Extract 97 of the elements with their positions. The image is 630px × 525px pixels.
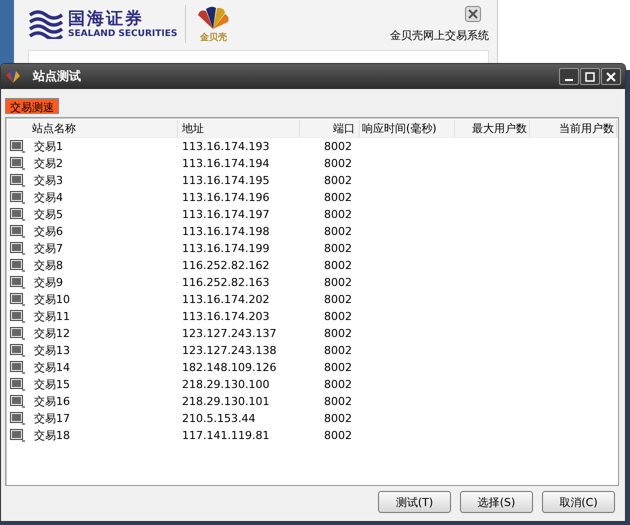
table-cell: 113.16.174.203	[182, 310, 270, 323]
table-cell: 113.16.174.197	[182, 208, 270, 221]
table-cell: 交易15	[34, 377, 70, 392]
table-cell: 8002	[324, 259, 352, 272]
table-cell: 210.5.153.44	[182, 412, 256, 425]
monitor-icon	[10, 224, 26, 238]
close-button[interactable]	[601, 68, 621, 85]
waves-logo-icon	[28, 9, 64, 39]
close-icon	[468, 8, 478, 18]
table-cell: 8002	[324, 327, 352, 340]
table-cell: 8002	[324, 412, 352, 425]
table-cell: 交易10	[34, 292, 70, 307]
table-cell: 交易11	[34, 309, 70, 324]
table-cell: 交易5	[34, 207, 63, 222]
table-cell: 113.16.174.199	[182, 242, 270, 255]
table-cell: 8002	[324, 429, 352, 442]
table-cell: 8002	[324, 276, 352, 289]
maximize-icon	[585, 72, 595, 82]
monitor-icon	[10, 208, 26, 222]
table-cell: 8002	[324, 208, 352, 221]
table-cell: 8002	[324, 140, 352, 153]
table-cell: 116.252.82.163	[182, 276, 270, 289]
monitor-icon	[10, 292, 26, 306]
table-cell: 8002	[324, 344, 352, 357]
column-header[interactable]: 地址	[178, 120, 300, 137]
column-header[interactable]: 当前用户数	[530, 120, 617, 137]
minimize-button[interactable]	[559, 68, 579, 85]
monitor-icon	[10, 428, 26, 442]
table-cell: 113.16.174.198	[182, 225, 270, 238]
monitor-icon	[10, 412, 26, 426]
table-cell: 218.29.130.100	[182, 378, 270, 391]
brand-name: 国海证券	[68, 8, 145, 28]
monitor-icon	[10, 360, 26, 374]
column-header[interactable]: 端口	[300, 120, 360, 137]
table-cell: 8002	[324, 293, 352, 306]
minimize-icon	[565, 78, 573, 80]
table-cell: 8002	[324, 361, 352, 374]
table-cell: 交易4	[34, 190, 63, 205]
table-cell: 交易2	[34, 156, 63, 171]
monitor-icon	[10, 140, 26, 154]
table-cell: 交易17	[34, 411, 70, 426]
table-cell: 8002	[324, 242, 352, 255]
table-cell: 交易14	[34, 360, 70, 375]
dialog-button[interactable]: 取消(C)	[542, 491, 615, 513]
table-cell: 218.29.130.101	[182, 395, 270, 408]
window-title: 站点测试	[33, 68, 81, 85]
table-cell: 182.148.109.126	[182, 361, 276, 374]
table-cell: 8002	[324, 191, 352, 204]
fan-logo-icon	[5, 70, 21, 84]
table-cell: 123.127.243.138	[182, 344, 276, 357]
maximize-button[interactable]	[580, 68, 600, 85]
table-cell: 交易16	[34, 394, 70, 409]
monitor-icon	[10, 326, 26, 340]
table-cell: 交易12	[34, 326, 70, 341]
monitor-icon	[10, 174, 26, 188]
monitor-icon	[10, 258, 26, 272]
table-cell: 116.252.82.162	[182, 259, 270, 272]
dialog-button[interactable]: 选择(S)	[460, 491, 533, 513]
monitor-icon	[10, 156, 26, 170]
table-cell: 交易13	[34, 343, 70, 358]
column-header[interactable]: 站点名称	[8, 120, 178, 137]
monitor-icon	[10, 276, 26, 290]
table-cell: 8002	[324, 395, 352, 408]
table-cell: 123.127.243.137	[182, 327, 276, 340]
column-header[interactable]: 响应时间(毫秒)	[360, 120, 455, 137]
dialog-button[interactable]: 测试(T)	[378, 491, 451, 513]
table-cell: 交易9	[34, 275, 63, 290]
product-logo-text: 金贝壳	[200, 31, 227, 44]
table-cell: 交易1	[34, 139, 63, 154]
monitor-icon	[10, 344, 26, 358]
table-cell: 113.16.174.196	[182, 191, 270, 204]
monitor-icon	[10, 394, 26, 408]
table-cell: 交易6	[34, 224, 63, 239]
table-cell: 117.141.119.81	[182, 429, 270, 442]
table-cell: 113.16.174.194	[182, 157, 270, 170]
table-cell: 交易8	[34, 258, 63, 273]
table-cell: 113.16.174.193	[182, 140, 270, 153]
table-cell: 交易7	[34, 241, 63, 256]
column-header[interactable]: 最大用户数	[455, 120, 530, 137]
monitor-icon	[10, 378, 26, 392]
table-cell: 113.16.174.202	[182, 293, 270, 306]
close-button[interactable]	[465, 6, 481, 22]
table-cell: 8002	[324, 174, 352, 187]
table-cell: 8002	[324, 310, 352, 323]
table-cell: 8002	[324, 225, 352, 238]
monitor-icon	[10, 242, 26, 256]
tab[interactable]: 交易测速	[5, 98, 59, 114]
table-cell: 8002	[324, 378, 352, 391]
monitor-icon	[10, 310, 26, 324]
close-icon	[606, 72, 616, 82]
monitor-icon	[10, 190, 26, 204]
table-cell: 交易3	[34, 173, 63, 188]
table-cell: 8002	[324, 157, 352, 170]
system-title: 金贝壳网上交易系统	[390, 28, 489, 42]
table-cell: 113.16.174.195	[182, 174, 270, 187]
table-cell: 交易18	[34, 428, 70, 443]
brand-english: SEALAND SECURITIES	[68, 28, 178, 40]
